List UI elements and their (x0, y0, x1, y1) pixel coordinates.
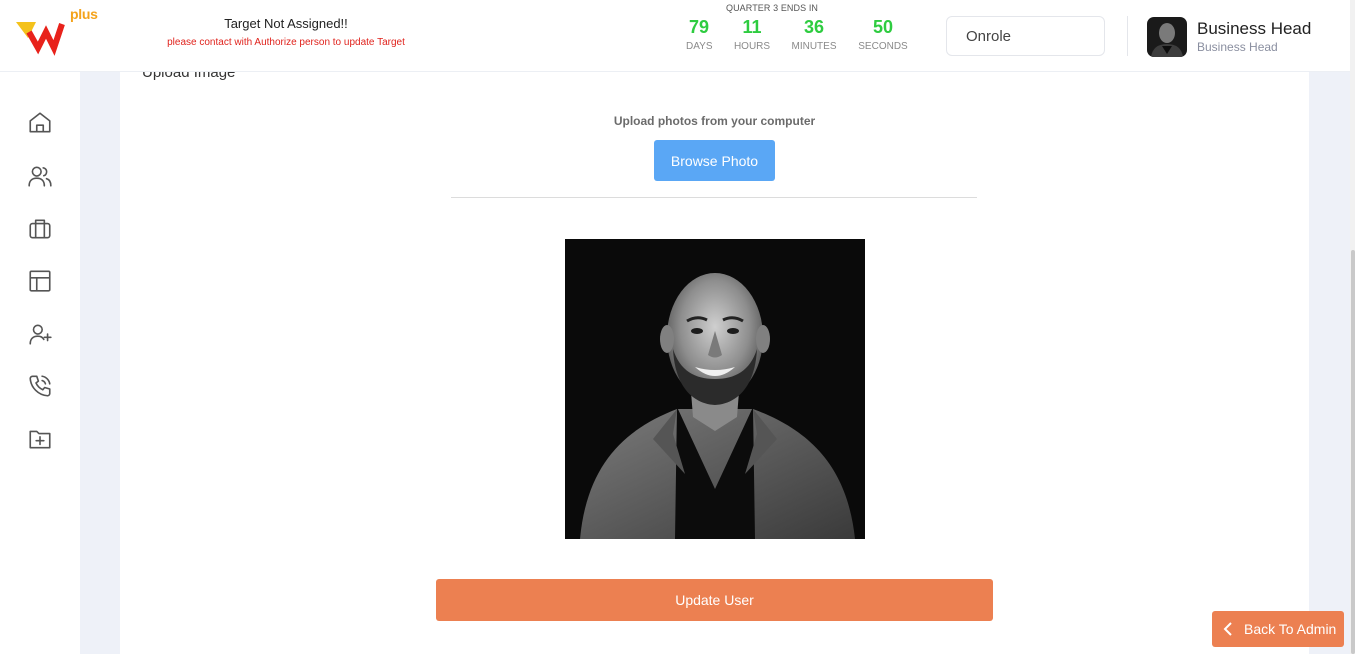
sidebar (0, 72, 80, 654)
scrollbar-thumb[interactable] (1351, 250, 1355, 654)
countdown-hours-label: HOURS (733, 41, 771, 52)
upload-card: Upload Image Upload photos from your com… (120, 64, 1309, 654)
brand-logo[interactable]: plus (16, 6, 108, 56)
avatar[interactable] (1147, 17, 1187, 57)
update-user-button[interactable]: Update User (436, 579, 993, 621)
user-name: Business Head (1197, 19, 1312, 38)
wn-logo-icon (16, 22, 65, 56)
profile-photo-preview (565, 239, 865, 539)
target-title: Target Not Assigned!! (224, 16, 348, 31)
folder-plus-icon[interactable] (27, 426, 53, 452)
countdown-title: QUARTER 3 ENDS IN (725, 3, 819, 13)
countdown-hours: 11 HOURS (732, 17, 772, 52)
countdown-minutes-value: 36 (803, 17, 825, 37)
quarter-countdown: QUARTER 3 ENDS IN 79 DAYS 11 HOURS 36 MI… (676, 3, 926, 63)
upload-instructions: Upload photos from your computer (613, 114, 816, 128)
target-message: please contact with Authorize person to … (167, 37, 405, 48)
countdown-days-label: DAYS (686, 41, 713, 52)
chevron-left-icon (1223, 622, 1232, 636)
layout-icon[interactable] (27, 268, 53, 294)
countdown-seconds-value: 50 (872, 17, 894, 37)
users-icon[interactable] (27, 163, 53, 189)
countdown-seconds: 50 SECONDS (856, 17, 910, 52)
header-divider (1127, 16, 1128, 56)
top-header: plus Target Not Assigned!! please contac… (0, 0, 1350, 72)
briefcase-icon[interactable] (27, 216, 53, 242)
user-role: Business Head (1197, 40, 1278, 54)
countdown-minutes: 36 MINUTES (790, 17, 838, 52)
target-notice: Target Not Assigned!! please contact wit… (150, 16, 422, 48)
profile-photo (565, 239, 865, 539)
back-to-admin-button[interactable]: Back To Admin (1212, 611, 1344, 647)
logo-plus-badge: plus (70, 6, 98, 22)
countdown-hours-value: 11 (742, 17, 762, 37)
countdown-days: 79 DAYS (686, 17, 713, 52)
countdown-days-value: 79 (688, 17, 710, 37)
countdown-seconds-label: SECONDS (858, 41, 908, 52)
back-to-admin-label: Back To Admin (1244, 621, 1337, 637)
user-avatar-icon (1147, 17, 1187, 57)
countdown-minutes-label: MINUTES (791, 41, 837, 52)
browse-photo-button[interactable]: Browse Photo (654, 140, 775, 181)
user-plus-icon[interactable] (27, 321, 53, 347)
home-icon[interactable] (27, 110, 53, 136)
phone-call-icon[interactable] (27, 373, 53, 399)
divider (451, 197, 977, 198)
role-field[interactable] (946, 16, 1105, 56)
